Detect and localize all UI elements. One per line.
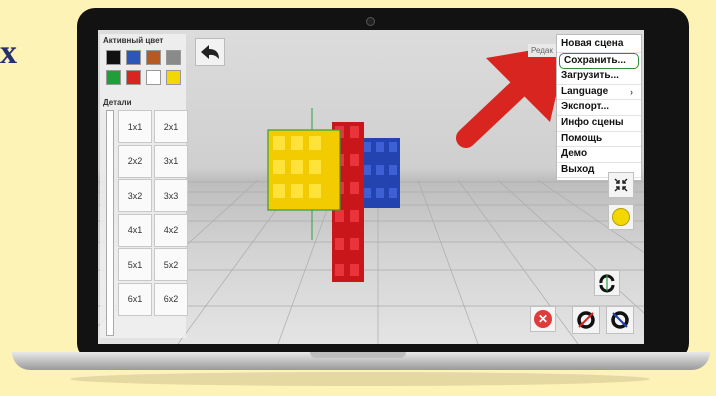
laptop-notch bbox=[310, 352, 406, 358]
left-panel: Активный цвет Детали 1x1 2x1 2x2 3x1 3x2 3x3 4… bbox=[100, 34, 188, 338]
menu-item-label: Экспорт... bbox=[561, 101, 610, 113]
delete-button[interactable]: ✕ bbox=[530, 306, 556, 332]
rotate-right-button[interactable] bbox=[606, 306, 634, 334]
rotate-icon bbox=[599, 274, 615, 293]
menu-item-label: Новая сцена bbox=[561, 38, 624, 49]
menu-item-label: Загрузить... bbox=[561, 70, 619, 82]
part-button[interactable]: 3x1 bbox=[154, 144, 188, 178]
part-button[interactable]: 6x2 bbox=[154, 282, 188, 316]
red-arrow-icon bbox=[456, 44, 568, 148]
color-swatch[interactable] bbox=[126, 50, 141, 65]
camera-icon bbox=[366, 17, 375, 26]
part-button[interactable]: 2x2 bbox=[118, 144, 152, 178]
active-color-label: Активный цвет bbox=[103, 36, 164, 45]
menu-item-label: Выход bbox=[561, 163, 595, 175]
blue-brick-wall bbox=[360, 138, 400, 208]
color-swatch[interactable] bbox=[166, 50, 181, 65]
menu-item[interactable]: Новая сцена bbox=[557, 37, 641, 53]
back-arrow-icon bbox=[201, 45, 219, 59]
menu-item[interactable]: Загрузить... bbox=[557, 69, 641, 85]
rotate-right-icon bbox=[611, 311, 629, 329]
part-button[interactable]: 2x1 bbox=[154, 110, 188, 143]
part-button[interactable]: 4x2 bbox=[154, 213, 188, 247]
part-button[interactable]: 3x3 bbox=[154, 179, 188, 212]
rotate-left-icon bbox=[577, 311, 595, 329]
color-swatch[interactable] bbox=[106, 50, 121, 65]
menu-item-label: Инфо сцены bbox=[561, 116, 624, 128]
part-button[interactable]: 6x1 bbox=[118, 282, 152, 316]
menu-item-label: Language bbox=[561, 85, 609, 97]
menu-item[interactable]: Помощь bbox=[557, 132, 641, 148]
color-swatch[interactable] bbox=[126, 70, 141, 85]
back-button[interactable] bbox=[195, 38, 225, 66]
yellow-brick-wall bbox=[267, 129, 341, 211]
color-picker-button[interactable] bbox=[608, 204, 634, 230]
yellow-circle-icon bbox=[612, 208, 630, 226]
chevron-right-icon: › bbox=[630, 86, 633, 97]
part-button[interactable]: 1x1 bbox=[118, 110, 152, 143]
app-screen: Активный цвет Детали 1x1 2x1 2x2 3x1 3x2 3x3 4… bbox=[98, 30, 644, 344]
menu-item-label: Сохранить... bbox=[564, 54, 626, 66]
color-swatch[interactable] bbox=[166, 70, 181, 85]
rotate-button[interactable] bbox=[594, 270, 620, 296]
details-label: Детали bbox=[103, 98, 132, 107]
color-swatch[interactable] bbox=[146, 70, 161, 85]
menu-item[interactable]: Демо bbox=[557, 147, 641, 163]
menu-item[interactable]: Экспорт... bbox=[557, 100, 641, 116]
laptop-shadow bbox=[70, 372, 650, 386]
part-button[interactable]: 5x2 bbox=[154, 248, 188, 281]
color-swatch[interactable] bbox=[106, 70, 121, 85]
close-icon: ✕ bbox=[534, 310, 552, 328]
page-letter: х bbox=[0, 34, 17, 71]
part-button[interactable]: 4x1 bbox=[118, 213, 152, 247]
main-menu: Новая сцена Сохранить... Загрузить... Langu… bbox=[556, 34, 642, 182]
menu-item-label: Помощь bbox=[561, 132, 603, 144]
parts-scrollbar[interactable] bbox=[106, 110, 114, 336]
part-button[interactable]: 3x2 bbox=[118, 179, 152, 212]
rotate-left-button[interactable] bbox=[572, 306, 600, 334]
menu-item-label: Демо bbox=[561, 148, 588, 160]
collapse-button[interactable] bbox=[608, 172, 634, 198]
part-button[interactable]: 5x1 bbox=[118, 248, 152, 281]
menu-item[interactable]: Инфо сцены bbox=[557, 116, 641, 132]
color-swatch[interactable] bbox=[146, 50, 161, 65]
menu-item[interactable]: Сохранить... bbox=[559, 52, 639, 70]
edit-label-partial: Редак bbox=[528, 44, 556, 57]
menu-item[interactable]: Language › bbox=[557, 85, 641, 101]
collapse-arrows-icon bbox=[614, 178, 628, 192]
